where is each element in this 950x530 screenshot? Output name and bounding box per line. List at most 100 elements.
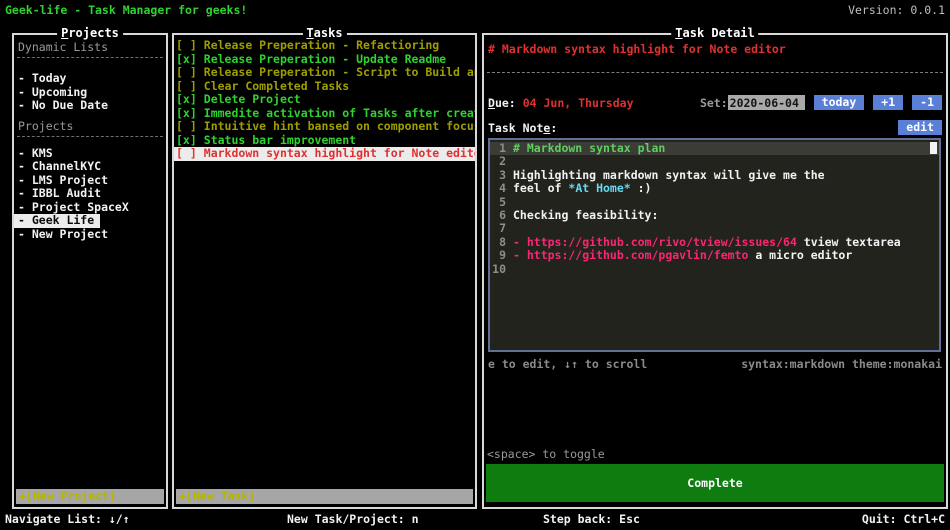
task-row[interactable]: [ ] Intuitive hint bansed on component fo… xyxy=(174,120,475,134)
editor-scrollbar-thumb[interactable] xyxy=(930,142,937,154)
tasks-panel-title: Tasks xyxy=(302,26,346,40)
status-navigate: Navigate List: ↓/↑ xyxy=(5,512,130,526)
editor-text-segment: - https://github.com/rivo/tview/issues/6… xyxy=(513,236,797,249)
project-list: - KMS- ChannelKYC- LMS Project- IBBL Aud… xyxy=(14,147,166,242)
task-label: Markdown syntax highlight for Note edito… xyxy=(204,147,475,160)
projects-panel-title: Projects xyxy=(57,26,123,40)
editor-line[interactable]: 6Checking feasibility: xyxy=(490,209,939,222)
header: Geek-life - Task Manager for geeks! Vers… xyxy=(5,3,945,17)
dynamic-list-item[interactable]: - No Due Date xyxy=(14,99,166,113)
editor-line-number: 1 xyxy=(490,142,506,155)
note-editor[interactable]: 1 # Markdown syntax plan 23 Highlighting ma… xyxy=(488,138,941,352)
task-detail-panel: Task Detail # Markdown syntax highlight … xyxy=(482,33,948,509)
task-checkbox[interactable]: [x] xyxy=(176,134,197,147)
dynamic-lists: - Today- Upcoming- No Due Date xyxy=(14,72,166,113)
task-label: Release Preperation - Refactioring xyxy=(204,39,439,52)
editor-text-segment: :) xyxy=(631,182,652,195)
editor-line-number: 5 xyxy=(490,196,506,209)
editor-hints: e to edit, ↓↑ to scroll syntax:markdown … xyxy=(488,357,942,371)
task-row[interactable]: [x]Release Preperation - Update Readme xyxy=(174,53,475,67)
dynamic-lists-header: Dynamic Lists xyxy=(14,41,166,54)
editor-hint-left: e to edit, ↓↑ to scroll xyxy=(488,357,647,371)
project-item[interactable]: - IBBL Audit xyxy=(14,187,166,201)
task-row[interactable]: [ ] Markdown syntax highlight for Note ed… xyxy=(174,147,475,161)
task-row[interactable]: [x] Delete Project xyxy=(174,93,475,107)
task-row[interactable]: [x] Status bar improvement xyxy=(174,134,475,148)
editor-text-segment: *At Home* xyxy=(568,182,630,195)
task-label: Delete Project xyxy=(204,93,301,106)
editor-line-number: 6 xyxy=(490,209,506,222)
due-date-input[interactable] xyxy=(728,95,805,110)
task-label: Status bar improvement xyxy=(204,134,356,147)
task-checkbox[interactable]: [x] xyxy=(176,107,197,120)
due-date-value: 04 Jun, Thursday xyxy=(523,96,634,110)
task-label: Intuitive hint bansed on component focus xyxy=(204,120,475,133)
task-list: [ ]Release Preperation - Refactioring[x]… xyxy=(174,35,475,161)
project-item[interactable]: - New Project xyxy=(14,228,166,242)
divider xyxy=(17,57,163,58)
task-checkbox[interactable]: [ ] xyxy=(176,39,197,52)
task-checkbox[interactable]: [ ] xyxy=(176,120,197,133)
editor-line-number: 7 xyxy=(490,222,506,235)
editor-text-segment: tview textarea xyxy=(797,236,901,249)
project-item[interactable]: - LMS Project xyxy=(14,174,166,188)
task-detail-panel-title: Task Detail xyxy=(671,26,758,40)
status-step-back: Step back: Esc xyxy=(543,512,640,526)
project-item[interactable]: - Geek Life xyxy=(14,214,100,228)
editor-line-number: 9 xyxy=(490,249,506,262)
editor-line[interactable]: 2 xyxy=(490,155,939,168)
plus-one-button[interactable]: +1 xyxy=(873,95,903,110)
projects-header: Projects xyxy=(14,120,166,133)
task-checkbox[interactable]: [x] xyxy=(176,53,197,66)
toggle-hint: <space> to toggle xyxy=(487,447,605,461)
task-checkbox[interactable]: [x] xyxy=(176,93,197,106)
task-row[interactable]: [ ]Release Preperation - Script to Build… xyxy=(174,66,475,80)
dynamic-list-item[interactable]: - Upcoming xyxy=(14,86,166,100)
status-new-task: New Task/Project: n xyxy=(287,512,419,526)
editor-line[interactable]: 4feel of *At Home* :) xyxy=(490,182,939,195)
minus-one-button[interactable]: -1 xyxy=(912,95,942,110)
new-project-button[interactable]: +[New Project] xyxy=(16,489,164,504)
editor-line-number: 8 xyxy=(490,236,506,249)
editor-line[interactable]: 10 xyxy=(490,263,939,276)
editor-text-segment: # Markdown syntax plan xyxy=(513,142,665,155)
editor-line[interactable]: 7 xyxy=(490,222,939,235)
divider xyxy=(487,72,943,73)
version-label: Version: 0.0.1 xyxy=(848,3,945,17)
editor-line[interactable]: 8 - https://github.com/rivo/tview/issues/… xyxy=(490,236,939,249)
editor-line[interactable]: 3 Highlighting markdown syntax will give … xyxy=(490,169,939,182)
app-title: Geek-life - Task Manager for geeks! xyxy=(5,3,247,17)
divider xyxy=(17,136,163,137)
status-quit: Quit: Ctrl+C xyxy=(862,512,945,526)
due-label: Due: xyxy=(488,96,516,110)
complete-button[interactable]: Complete xyxy=(486,464,944,502)
dynamic-list-item[interactable]: - Today xyxy=(14,72,166,86)
task-checkbox[interactable]: [ ] xyxy=(176,66,197,79)
task-checkbox[interactable]: [ ] xyxy=(176,80,197,93)
task-note-row: Task Note: edit xyxy=(488,120,942,135)
edit-button[interactable]: edit xyxy=(898,120,942,135)
editor-line-number: 10 xyxy=(490,263,506,276)
task-checkbox[interactable]: [ ] xyxy=(176,147,197,160)
due-row: Due: 04 Jun, Thursday Set: today +1 -1 xyxy=(488,95,942,110)
editor-text-segment: feel of xyxy=(513,182,568,195)
editor-text-segment: Highlighting markdown syntax will give m… xyxy=(513,169,825,182)
task-label: Immedite activation of Tasks after creat… xyxy=(204,107,475,120)
today-button[interactable]: today xyxy=(814,95,865,110)
editor-line[interactable]: 5 xyxy=(490,196,939,209)
project-item[interactable]: - Project SpaceX xyxy=(14,201,166,215)
project-item[interactable]: - ChannelKYC xyxy=(14,160,166,174)
project-item[interactable]: - KMS xyxy=(14,147,166,161)
task-row[interactable]: [ ] Release Preperation - Refactioring xyxy=(174,39,475,53)
editor-line[interactable]: 1 # Markdown syntax plan xyxy=(490,142,939,155)
new-task-button[interactable]: +[New Task] xyxy=(176,489,473,504)
editor-line-number: 3 xyxy=(490,169,506,182)
task-detail-title: # Markdown syntax highlight for Note edi… xyxy=(488,42,786,56)
editor-line[interactable]: 9- https://github.com/pgavlin/femto a mi… xyxy=(490,249,939,262)
task-row[interactable]: [ ] Clear Completed Tasks xyxy=(174,80,475,94)
task-label: Clear Completed Tasks xyxy=(204,80,349,93)
editor-hint-right: syntax:markdown theme:monakai xyxy=(741,357,942,371)
task-row[interactable]: [x] Immedite activation of Tasks after cr… xyxy=(174,107,475,121)
tasks-panel: Tasks [ ]Release Preperation - Refactior… xyxy=(172,33,477,509)
editor-line-number: 2 xyxy=(490,155,506,168)
